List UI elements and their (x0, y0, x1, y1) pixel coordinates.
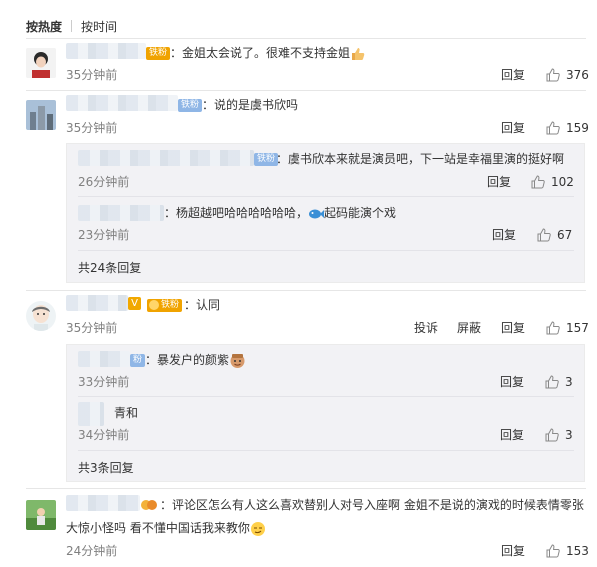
block-button[interactable]: 屏蔽 (457, 320, 481, 336)
thumbs-up-icon (545, 375, 559, 389)
divider (78, 196, 574, 197)
username-blurred[interactable] (66, 495, 140, 511)
comment-time: 35分钟前 (66, 321, 118, 335)
username-blurred[interactable] (78, 150, 254, 166)
sort-by-hot[interactable]: 按热度 (26, 18, 62, 35)
divider (78, 396, 574, 397)
like-count: 102 (551, 175, 574, 189)
reply-button[interactable]: 回复 (501, 67, 525, 83)
reply-button[interactable]: 回复 (501, 320, 525, 336)
smirk-emoji-icon (250, 521, 265, 536)
thumbs-up-icon (546, 121, 560, 135)
reply-text: ：暴发户的颜紫 (145, 352, 246, 369)
thumbs-up-icon (546, 321, 560, 335)
comment-text: ：认同 (184, 298, 221, 312)
divider (26, 290, 586, 291)
like-count: 157 (566, 321, 589, 335)
sort-bar: 按热度 按时间 (26, 16, 117, 36)
like-button[interactable]: 153 (546, 543, 589, 559)
fish-emoji-icon (309, 209, 325, 218)
like-count: 3 (565, 428, 573, 442)
fan-badge: 铁粉 (147, 299, 183, 312)
like-button[interactable]: 3 (545, 374, 573, 390)
like-button[interactable]: 3 (545, 427, 573, 443)
verified-v-icon: V (128, 297, 141, 310)
comment-text: ：金姐太会说了。很难不支持金姐 (170, 45, 366, 62)
thumbs-up-emoji-icon (352, 47, 365, 60)
reply-button[interactable]: 回复 (500, 374, 524, 390)
like-count: 376 (566, 68, 589, 82)
avatar[interactable] (26, 301, 56, 331)
like-button[interactable]: 102 (531, 174, 574, 190)
username-blurred[interactable] (66, 295, 128, 311)
thumbs-up-icon (546, 544, 560, 558)
avatar[interactable] (26, 500, 56, 530)
comment-text: ：说的是虞书欣吗 (202, 98, 299, 112)
like-button[interactable]: 159 (546, 120, 589, 136)
thumbs-up-icon (545, 428, 559, 442)
divider (78, 450, 574, 451)
avatar[interactable] (26, 48, 56, 78)
comment-time: 35分钟前 (66, 68, 118, 82)
like-count: 3 (565, 375, 573, 389)
reply-button[interactable]: 回复 (487, 174, 511, 190)
more-replies-link[interactable]: 共24条回复 (78, 260, 141, 276)
thumbs-up-icon (537, 228, 551, 242)
username-blurred[interactable] (78, 351, 130, 367)
reply-time: 26分钟前 (78, 175, 130, 189)
thumbs-up-icon (531, 175, 545, 189)
thumbs-up-icon (546, 68, 560, 82)
comment-time: 24分钟前 (66, 544, 118, 558)
like-count: 67 (557, 228, 573, 242)
username-blurred[interactable] (78, 402, 104, 426)
username-blurred[interactable] (78, 205, 164, 221)
reply-text: ：杨超越吧哈哈哈哈哈哈， 起码能演个戏 (164, 206, 397, 220)
divider (26, 90, 586, 91)
username-blurred[interactable] (66, 43, 146, 59)
like-button[interactable]: 67 (537, 227, 572, 243)
report-button[interactable]: 投诉 (414, 320, 438, 336)
divider (26, 38, 586, 39)
medal-icon (141, 500, 157, 510)
comment-time: 35分钟前 (66, 121, 118, 135)
reply-time: 33分钟前 (78, 375, 130, 389)
fan-badge: 铁粉 (178, 99, 203, 112)
username-blurred[interactable] (66, 95, 178, 111)
reply-button[interactable]: 回复 (501, 543, 525, 559)
reply-button[interactable]: 回复 (492, 227, 516, 243)
like-count: 159 (566, 121, 589, 135)
comment-text-line2: 大惊小怪吗 看不懂中国话我来教你 (66, 520, 266, 537)
divider (71, 20, 73, 32)
rich-face-emoji-icon (230, 354, 245, 368)
sort-by-time[interactable]: 按时间 (81, 18, 117, 35)
fan-badge: 铁粉 (254, 153, 279, 166)
comment-text-line1: ：评论区怎么有人这么喜欢替别人对号入座啊 金姐不是说的演戏的时候表情零张 (160, 498, 584, 512)
crown-icon (149, 300, 159, 310)
fan-badge: 铁粉 (146, 47, 171, 60)
reply-time: 34分钟前 (78, 428, 130, 442)
fan-badge: 粉 (130, 354, 146, 367)
more-replies-link[interactable]: 共3条回复 (78, 460, 134, 476)
reply-button[interactable]: 回复 (501, 120, 525, 136)
like-button[interactable]: 157 (546, 320, 589, 336)
reply-button[interactable]: 回复 (500, 427, 524, 443)
reply-text: ：虞书欣本来就是演员吧，下一站是幸福里演的挺好啊 (276, 152, 565, 166)
divider (78, 250, 574, 251)
reply-time: 23分钟前 (78, 228, 130, 242)
reply-text: 青和 (114, 406, 139, 420)
like-button[interactable]: 376 (546, 67, 589, 83)
avatar[interactable] (26, 100, 56, 130)
divider (26, 488, 586, 489)
like-count: 153 (566, 544, 589, 558)
